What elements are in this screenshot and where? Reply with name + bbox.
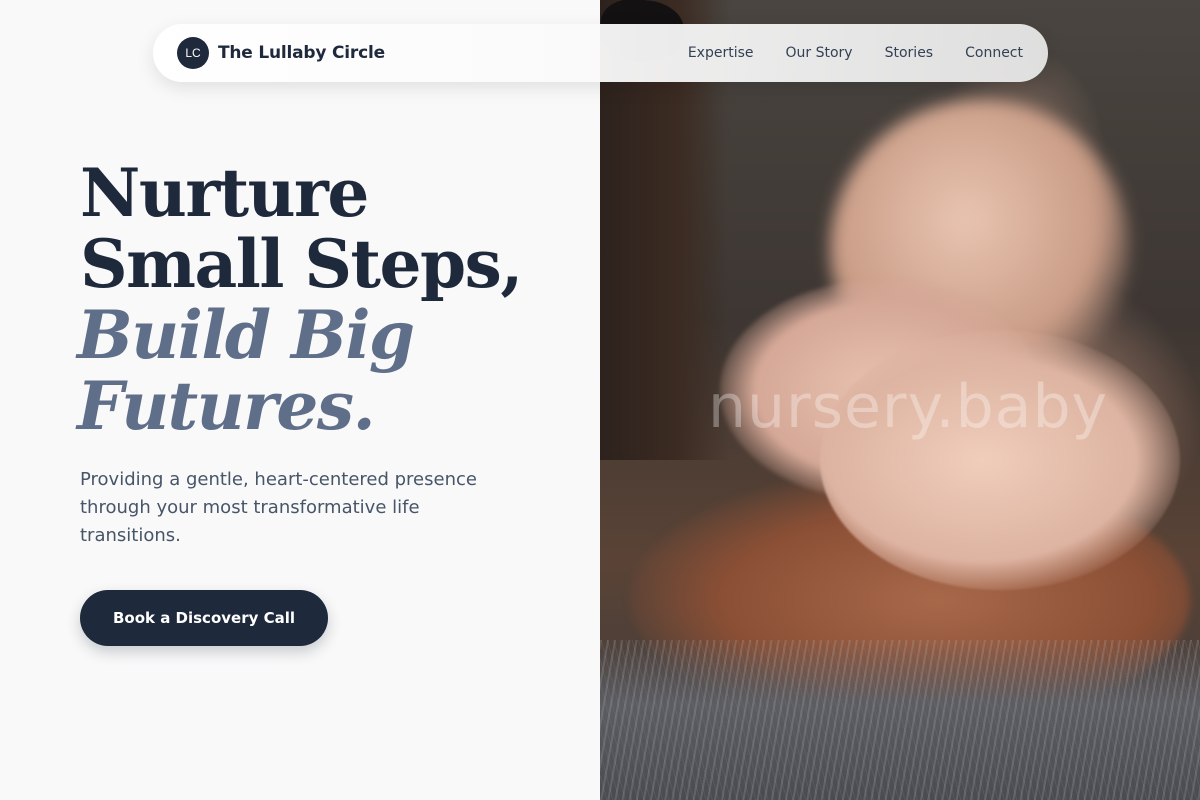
headline-line-2: Small Steps,: [80, 225, 523, 303]
book-discovery-call-button[interactable]: Book a Discovery Call: [80, 590, 328, 646]
headline-accent-line-2: Futures.: [77, 367, 376, 445]
nav-links: Expertise Our Story Stories Connect: [688, 45, 1023, 61]
brand-link[interactable]: LC The Lullaby Circle: [177, 37, 385, 69]
top-nav: LC The Lullaby Circle Expertise Our Stor…: [153, 24, 1048, 82]
nav-link-expertise[interactable]: Expertise: [688, 45, 754, 61]
headline-accent-line-1: Build Big: [77, 296, 415, 374]
photo-rug: [600, 640, 1200, 800]
nav-link-connect[interactable]: Connect: [965, 45, 1023, 61]
nav-link-stories[interactable]: Stories: [885, 45, 934, 61]
landing-page: nursery.baby LC The Lullaby Circle Exper…: [0, 0, 1200, 800]
hero-subtext: Providing a gentle, heart-centered prese…: [80, 469, 477, 546]
hero-headline: Nurture Small Steps, Build Big Futures.: [77, 154, 523, 445]
image-watermark: nursery.baby: [708, 372, 1109, 442]
brand-name: The Lullaby Circle: [218, 43, 385, 63]
headline-line-1: Nurture: [80, 154, 369, 232]
brand-logo-badge: LC: [177, 37, 209, 69]
photo-baby-foot-front: [820, 330, 1180, 590]
hero-photo: nursery.baby: [600, 0, 1200, 800]
nav-link-our-story[interactable]: Our Story: [786, 45, 853, 61]
